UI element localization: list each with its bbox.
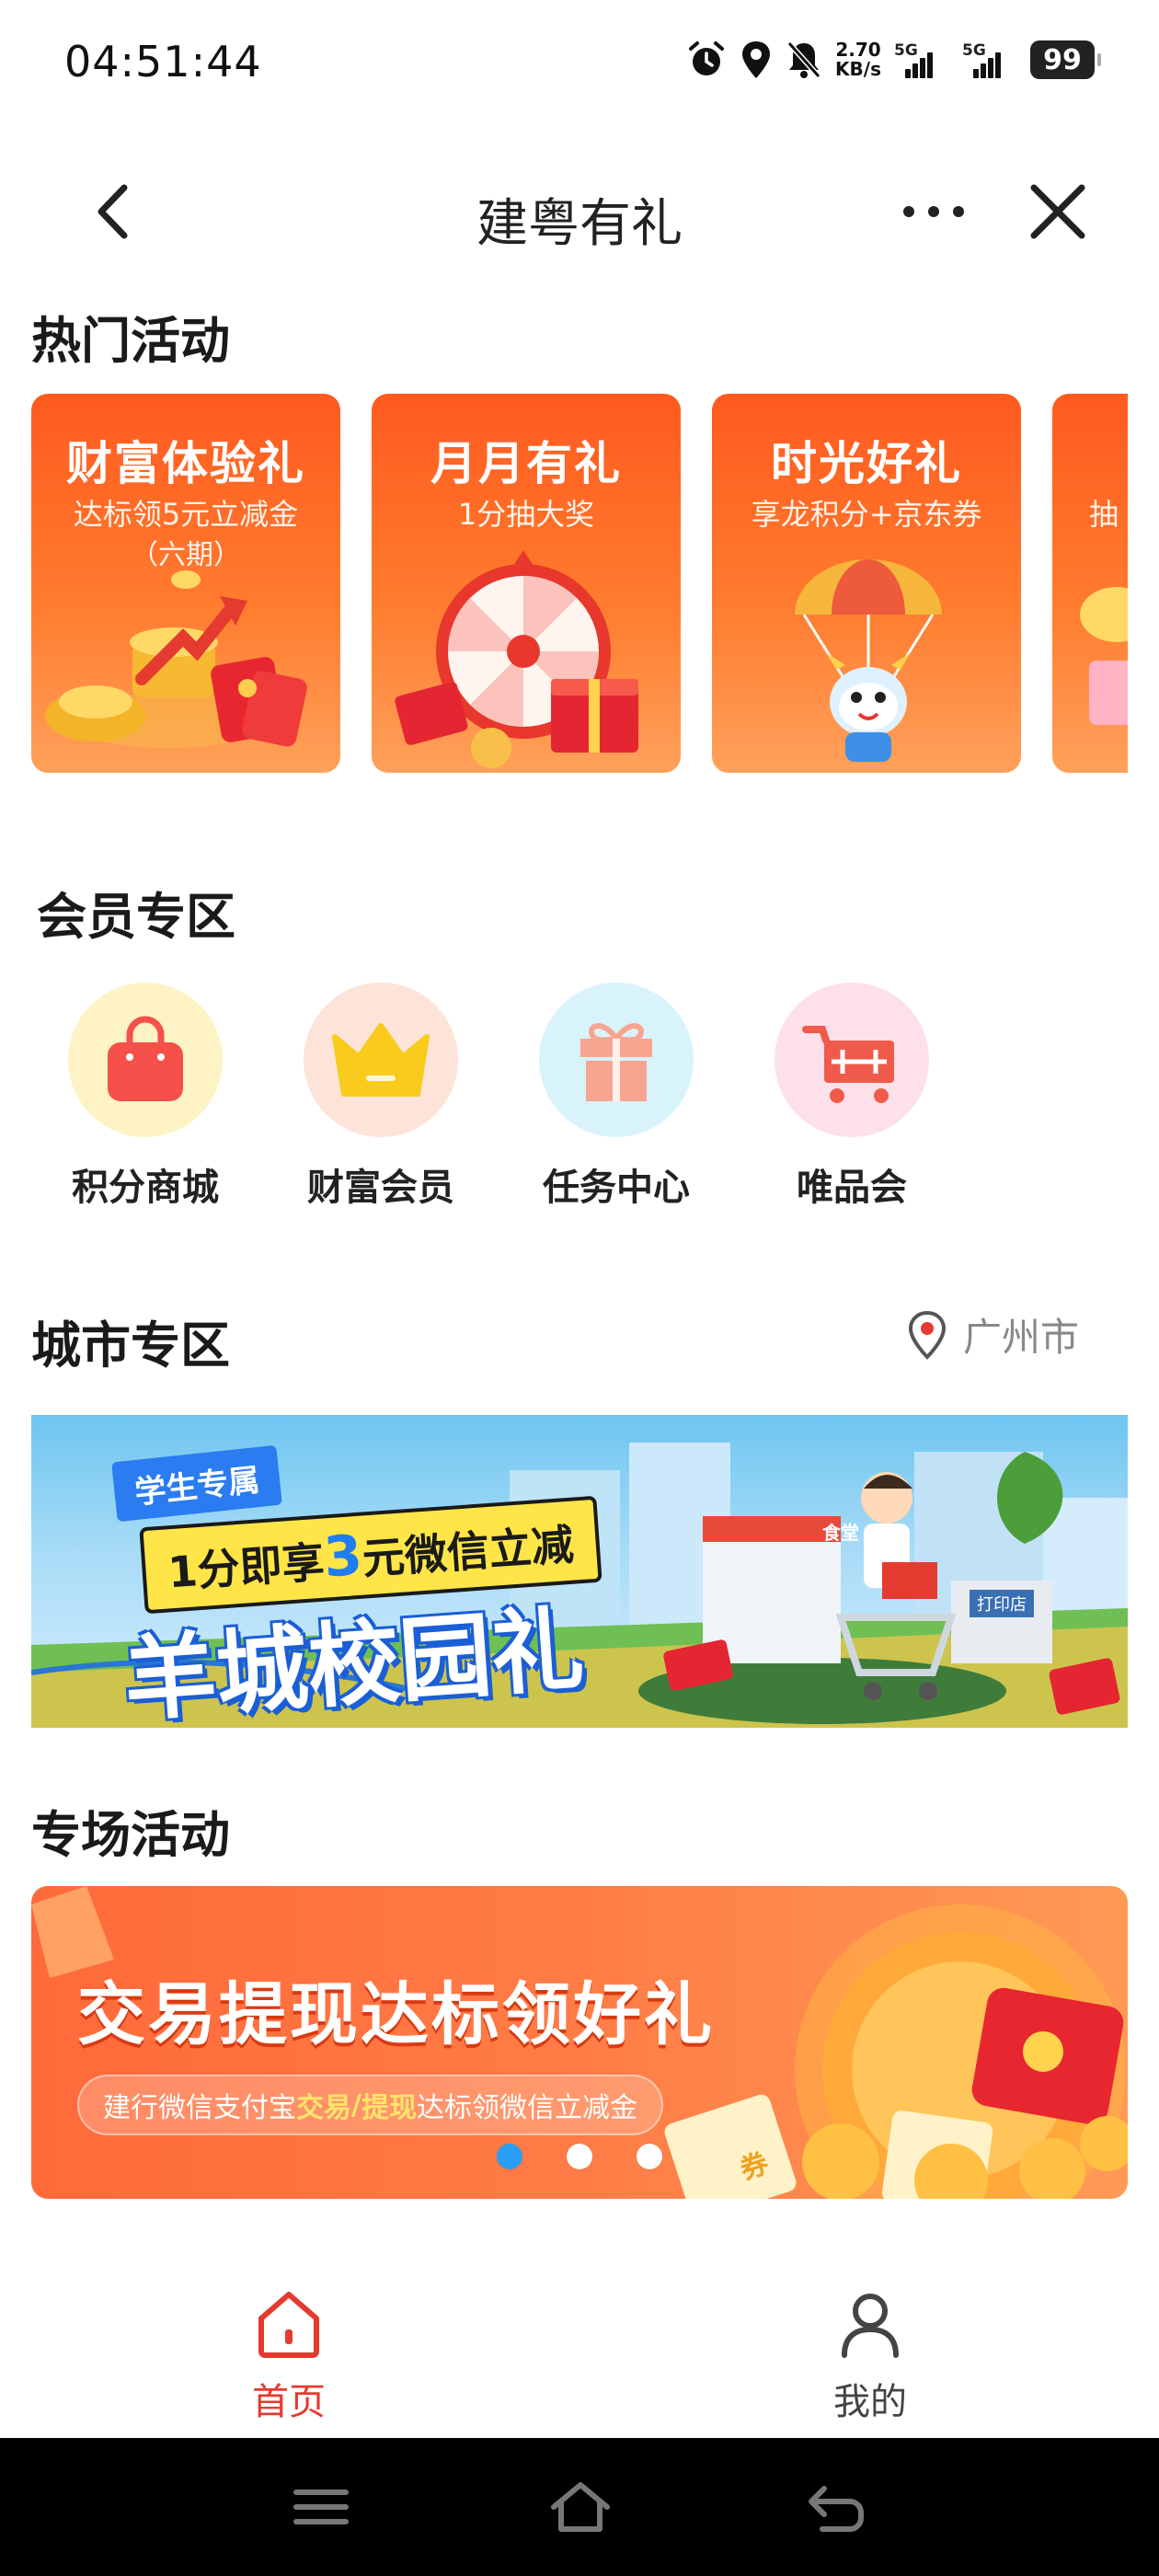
dragon-parachute-illustration [795,559,942,762]
home-nav-icon[interactable] [548,2479,613,2535]
member-icon-bg [775,983,929,1137]
carousel-indicator [0,2144,1159,2169]
member-icon-bg [304,983,458,1137]
status-icons: 2.70 KB/s 5G 5G 99 [686,37,1101,83]
promo-line-number: 3 [321,1523,365,1591]
subtitle-highlight-2: 提现 [361,2092,417,2124]
network-speed-unit: KB/s [835,58,881,80]
canteen-sign: 食堂 [822,1522,859,1544]
more-icon[interactable] [892,184,975,239]
mute-icon [786,41,821,78]
card-subtitle: 享龙积分+京东券 [751,497,982,532]
subtitle-post: 达标领微信立减金 [416,2092,637,2124]
member-item-wealth-member[interactable]: 财富会员 [289,983,473,1211]
card-subtitle: 抽 [1089,497,1119,532]
card-subtitle: 达标领5元立减金 [73,497,299,532]
card-subtitle: 1分抽大奖 [457,497,595,532]
signal-2-label: 5G [962,41,986,60]
card-title: 财富体验礼 [66,437,305,490]
nav-bar: 建粤有礼 [0,147,1159,276]
network-speed-value: 2.70 [835,39,881,61]
gift-icon [580,1023,652,1101]
promo-line-pre: 1分即享 [166,1536,327,1598]
member-icon-bg [68,983,223,1137]
crown-icon [332,1023,430,1097]
promo-line-post: 元微信立减 [361,1519,576,1584]
section-title-city: 城市专区 [31,1317,230,1374]
close-icon[interactable] [1021,175,1095,248]
back-nav-icon[interactable] [806,2479,866,2535]
subtitle-pre: 建行微信支付宝 [103,2092,296,2124]
city-location-selector[interactable]: 广州市 [906,1306,1079,1363]
hot-activity-card[interactable]: 财富体验礼 达标领5元立减金 （六期） [31,394,340,773]
system-navigation-bar [0,2438,1159,2576]
signal-icon: 5G [894,41,949,78]
hot-activity-card[interactable]: 时光好礼 享龙积分+京东券 [712,394,1021,773]
special-banner-subtitle: 建行微信支付宝 交易 / 提现 达标领微信立减金 [77,2075,663,2135]
shopping-cart-icon [802,1026,894,1103]
member-item-task-center[interactable]: 任务中心 [524,983,708,1211]
status-bar: 04:51:44 2.70 KB/s 5G 5G 99 [0,0,1159,129]
tab-home[interactable]: 首页 [197,2287,381,2425]
tab-label: 我的 [833,2381,907,2423]
subtitle-separator: / [351,2088,361,2122]
menu-icon[interactable] [291,2479,351,2535]
tab-mine[interactable]: 我的 [778,2287,962,2425]
shopping-bag-icon [108,1016,183,1101]
member-item-points-mall[interactable]: 积分商城 [53,983,237,1211]
battery-icon: 99 [1030,40,1101,79]
card-title: 月月有礼 [430,437,622,490]
prize-illustration [1080,587,1128,725]
location-pin-icon [908,1310,947,1360]
member-label: 财富会员 [307,1167,454,1209]
special-banner-title: 交易提现达标领好礼 [77,1975,715,2054]
city-location-label: 广州市 [963,1315,1080,1360]
member-label: 唯品会 [797,1167,907,1209]
carousel-dot[interactable] [637,2144,662,2169]
status-time: 04:51:44 [64,37,262,86]
member-label: 积分商城 [72,1167,219,1209]
bottom-tab-bar: 首页 我的 [0,2263,1159,2438]
lucky-wheel-illustration [395,550,638,768]
section-title-hot: 热门活动 [31,312,230,370]
subtitle-highlight-1: 交易 [296,2092,351,2124]
page-title: 建粤有礼 [476,194,683,254]
signal-icon: 5G [962,41,1017,78]
print-shop-sign: 打印店 [970,1590,1034,1617]
home-icon [258,2292,319,2358]
section-title-special: 专场活动 [31,1806,230,1864]
hot-activity-card[interactable]: 月月有礼 1分抽大奖 [372,394,681,773]
member-item-vipshop[interactable]: 唯品会 [760,983,944,1211]
user-icon [842,2294,899,2358]
gold-ingot-illustration [45,570,307,748]
section-title-member: 会员专区 [37,888,235,946]
member-icon-bg [539,983,694,1137]
tab-label: 首页 [252,2381,326,2423]
carousel-dot[interactable] [567,2144,592,2169]
signal-1-label: 5G [894,41,918,60]
campus-gift-banner[interactable]: 学生专属 1分即享3元微信立减 羊城校园礼 食堂 打印店 [31,1415,1128,1728]
network-speed: 2.70 KB/s [835,40,881,79]
carousel-dot-active[interactable] [497,2144,522,2169]
alarm-icon [689,41,725,75]
card-title: 时光好礼 [771,437,962,490]
location-icon [742,41,771,78]
hot-activity-card[interactable]: 抽 [1052,394,1128,773]
member-label: 任务中心 [543,1167,690,1209]
hot-activity-carousel[interactable]: 财富体验礼 达标领5元立减金 （六期） 月月有礼 1分抽大奖 时光好礼 享龙积分… [31,394,1128,773]
